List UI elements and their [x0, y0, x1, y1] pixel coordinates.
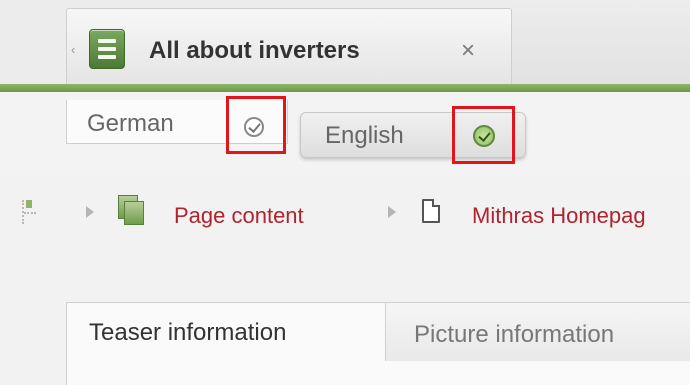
tab-scroll-left-icon[interactable]: ‹ — [71, 43, 75, 56]
breadcrumb-arrow-icon — [388, 206, 396, 218]
language-tab-label: English — [325, 122, 404, 149]
tree-toggle-icon[interactable] — [22, 200, 38, 224]
page-icon — [422, 199, 440, 223]
document-icon — [89, 29, 125, 69]
highlight-box — [452, 106, 515, 164]
tab-teaser-information[interactable]: Teaser information — [66, 302, 386, 362]
document-tab-strip: ‹ All about inverters × — [0, 0, 690, 90]
document-tab-title: All about inverters — [149, 37, 360, 64]
breadcrumb-item[interactable]: Mithras Homepag — [472, 203, 646, 229]
tab-picture-information[interactable]: Picture information — [386, 302, 690, 362]
breadcrumb-arrow-icon — [86, 206, 94, 218]
tab-strip-divider — [0, 84, 690, 92]
document-icon-line — [98, 47, 116, 51]
page-sheet — [124, 201, 144, 225]
tab-strip-empty-area — [512, 0, 690, 84]
document-tab[interactable]: ‹ All about inverters × — [66, 8, 512, 88]
highlight-box — [226, 96, 286, 154]
breadcrumb-item[interactable]: Page content — [174, 203, 304, 229]
tab-label: Picture information — [414, 321, 615, 348]
tab-content-panel — [66, 361, 690, 385]
language-tab-label: German — [87, 110, 174, 137]
close-icon[interactable]: × — [461, 39, 475, 63]
document-icon-line — [98, 55, 116, 59]
tab-label: Teaser information — [89, 319, 287, 346]
document-icon-line — [98, 39, 116, 43]
pages-icon — [118, 195, 148, 227]
